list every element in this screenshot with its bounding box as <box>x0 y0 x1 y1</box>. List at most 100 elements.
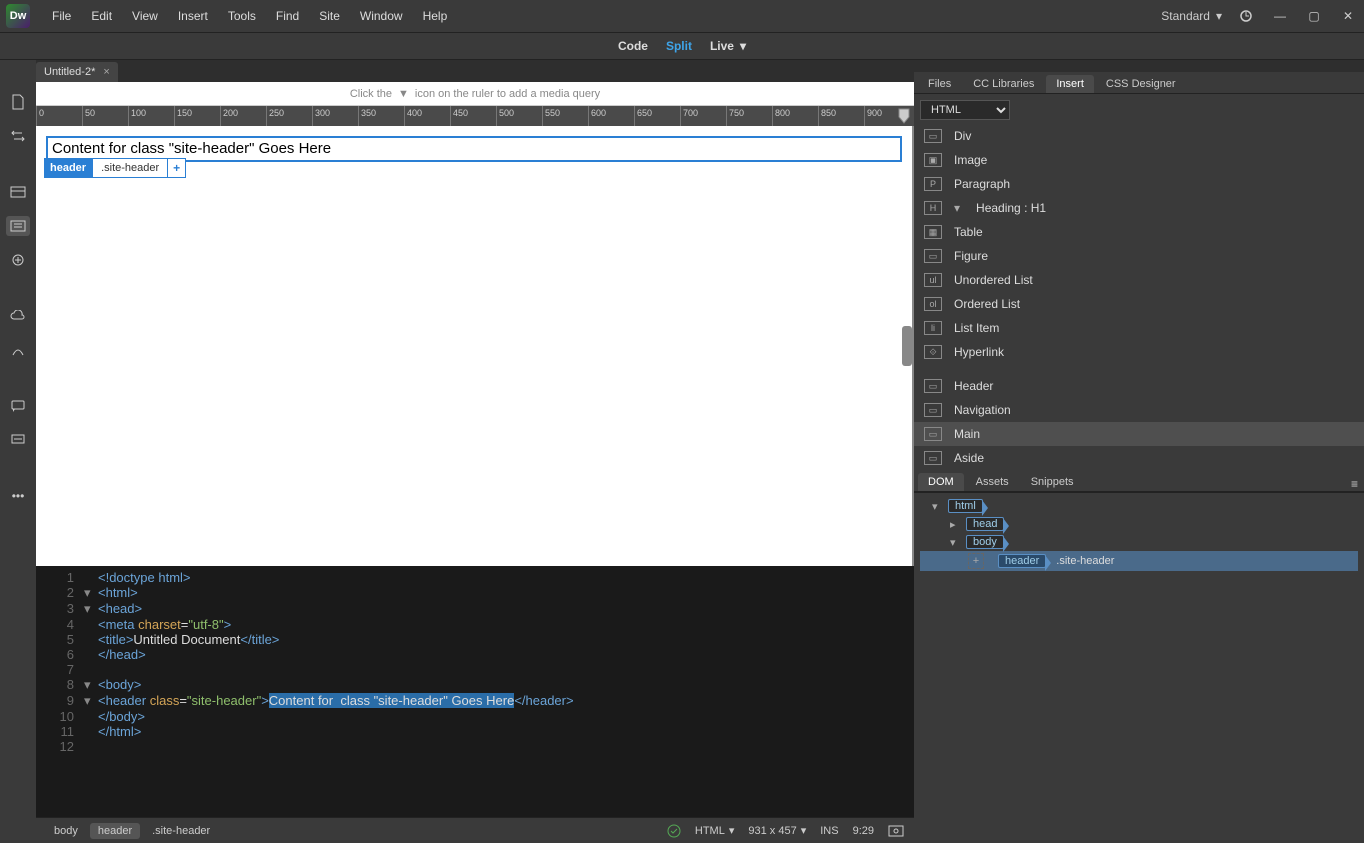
view-mode-live[interactable]: Live ▾ <box>710 39 746 53</box>
insert-item-table[interactable]: ▦Table <box>914 220 1364 244</box>
code-line[interactable]: 5 <title>Untitled Document</title> <box>36 632 914 647</box>
sync-icon[interactable] <box>6 126 30 146</box>
panel-tab-dom[interactable]: DOM <box>918 473 964 491</box>
code-line[interactable]: 12 <box>36 739 914 754</box>
menu-edit[interactable]: Edit <box>81 9 122 23</box>
menu-insert[interactable]: Insert <box>168 9 218 23</box>
twisty-closed-icon[interactable]: ▸ <box>950 518 962 531</box>
code-collapse-icon[interactable] <box>6 182 30 202</box>
insert-item-label: Main <box>954 427 980 441</box>
panel-tab-assets[interactable]: Assets <box>966 473 1019 491</box>
insert-item-icon: li <box>924 321 942 335</box>
menu-file[interactable]: File <box>42 9 81 23</box>
view-mode-split[interactable]: Split <box>666 39 692 53</box>
insert-item-aside[interactable]: ▭Aside <box>914 446 1364 470</box>
code-line[interactable]: 7 <box>36 662 914 677</box>
status-no-errors-icon[interactable] <box>667 824 681 838</box>
dom-node-body[interactable]: ▾ body <box>920 533 1358 551</box>
status-doctype[interactable]: HTML ▾ <box>695 824 734 837</box>
insert-item-hyperlink[interactable]: ⟐Hyperlink <box>914 340 1364 364</box>
code-line[interactable]: 11 </html> <box>36 724 914 739</box>
hud-tagname[interactable]: header <box>44 158 92 178</box>
cloud-icon[interactable] <box>6 306 30 326</box>
inspect-icon[interactable] <box>6 250 30 270</box>
chevron-down-icon: ▾ <box>740 39 746 53</box>
hud-add-class-button[interactable]: + <box>168 158 186 178</box>
code-line[interactable]: 6 </head> <box>36 647 914 662</box>
ruler-breakpoint-marker-icon[interactable] <box>896 106 912 126</box>
selector-crumb[interactable]: body <box>46 823 86 839</box>
insert-item-figure[interactable]: ▭Figure <box>914 244 1364 268</box>
insert-item-heading-h1[interactable]: H▾Heading : H1 <box>914 196 1364 220</box>
menu-view[interactable]: View <box>122 9 168 23</box>
menu-window[interactable]: Window <box>350 9 413 23</box>
twisty-open-icon[interactable]: ▾ <box>950 536 962 549</box>
code-line[interactable]: 2▾<html> <box>36 585 914 601</box>
panel-options-icon[interactable]: ≡ <box>1351 477 1358 491</box>
dom-add-button[interactable]: + <box>968 553 984 569</box>
dom-node-head[interactable]: ▸ head <box>920 515 1358 533</box>
panel-tab-files[interactable]: Files <box>918 75 961 93</box>
insert-item-ordered-list[interactable]: olOrdered List <box>914 292 1364 316</box>
status-insert-mode[interactable]: INS <box>820 825 838 837</box>
horizontal-ruler[interactable]: 0501001502002503003504004505005506006507… <box>36 106 914 126</box>
insert-item-div[interactable]: ▭Div <box>914 124 1364 148</box>
menu-tools[interactable]: Tools <box>218 9 266 23</box>
view-mode-code[interactable]: Code <box>618 39 648 53</box>
code-line[interactable]: 9▾<header class="site-header">Content fo… <box>36 693 914 709</box>
insert-item-navigation[interactable]: ▭Navigation <box>914 398 1364 422</box>
insert-category-dropdown[interactable]: HTML <box>920 100 1010 120</box>
status-preview-icon[interactable] <box>888 824 904 838</box>
insert-item-icon: H <box>924 201 942 215</box>
file-management-icon[interactable] <box>6 92 30 112</box>
code-line[interactable]: 4 <meta charset="utf-8"> <box>36 617 914 632</box>
insert-item-header[interactable]: ▭Header <box>914 374 1364 398</box>
extract-icon[interactable] <box>6 340 30 360</box>
workspace-switcher[interactable]: Standard ▾ <box>1161 9 1222 23</box>
code-line[interactable]: 8▾<body> <box>36 677 914 693</box>
panel-tab-insert[interactable]: Insert <box>1046 75 1094 93</box>
panel-tab-snippets[interactable]: Snippets <box>1021 473 1084 491</box>
code-line[interactable]: 1 <!doctype html> <box>36 570 914 585</box>
ruler-tick: 800 <box>772 106 818 126</box>
top-panel-tabs: FilesCC LibrariesInsertCSS Designer <box>914 72 1364 94</box>
close-button[interactable]: ✕ <box>1338 6 1358 26</box>
insert-item-list-item[interactable]: liList Item <box>914 316 1364 340</box>
status-dimensions[interactable]: 931 x 457 ▾ <box>748 824 806 837</box>
more-tools-icon[interactable]: ••• <box>6 486 30 506</box>
menu-site[interactable]: Site <box>309 9 350 23</box>
twisty-open-icon[interactable]: ▾ <box>932 500 944 513</box>
ruler-tick: 250 <box>266 106 312 126</box>
code-editor[interactable]: 1 <!doctype html>2▾<html>3▾<head>4 <meta… <box>36 566 914 817</box>
close-icon[interactable]: × <box>103 66 109 78</box>
hud-classname[interactable]: .site-header <box>92 158 168 178</box>
insert-category-select[interactable]: HTML <box>920 100 1358 120</box>
insert-item-image[interactable]: ▣Image <box>914 148 1364 172</box>
comment-icon[interactable] <box>6 396 30 416</box>
insert-item-unordered-list[interactable]: ulUnordered List <box>914 268 1364 292</box>
panel-tab-css-designer[interactable]: CSS Designer <box>1096 75 1186 93</box>
insert-item-label: Unordered List <box>954 273 1033 287</box>
insert-item-paragraph[interactable]: PParagraph <box>914 172 1364 196</box>
right-panels: FilesCC LibrariesInsertCSS Designer HTML… <box>914 72 1364 843</box>
selector-crumb[interactable]: header <box>90 823 140 839</box>
live-design-view[interactable]: Content for class "site-header" Goes Her… <box>36 126 914 566</box>
code-line[interactable]: 10 </body> <box>36 709 914 724</box>
sync-settings-icon[interactable] <box>1236 6 1256 26</box>
minimize-button[interactable]: — <box>1270 6 1290 26</box>
menu-find[interactable]: Find <box>266 9 309 23</box>
panel-tab-cc-libraries[interactable]: CC Libraries <box>963 75 1044 93</box>
maximize-button[interactable]: ▢ <box>1304 6 1324 26</box>
code-line[interactable]: 3▾<head> <box>36 601 914 617</box>
media-query-hint: Click the ▼ icon on the ruler to add a m… <box>36 82 914 106</box>
dom-node-html[interactable]: ▾ html <box>920 497 1358 515</box>
live-view-options-icon[interactable] <box>6 216 30 236</box>
dom-node-header[interactable]: + header .site-header <box>920 551 1358 571</box>
insert-item-main[interactable]: ▭Main <box>914 422 1364 446</box>
snippets-icon[interactable] <box>6 430 30 450</box>
selector-crumb[interactable]: .site-header <box>144 823 218 839</box>
document-tab[interactable]: Untitled-2* × <box>36 62 118 82</box>
menu-help[interactable]: Help <box>413 9 458 23</box>
scrollbar-thumb[interactable] <box>902 326 912 366</box>
dom-tree[interactable]: ▾ html ▸ head ▾ body + header .site-head… <box>914 493 1364 843</box>
